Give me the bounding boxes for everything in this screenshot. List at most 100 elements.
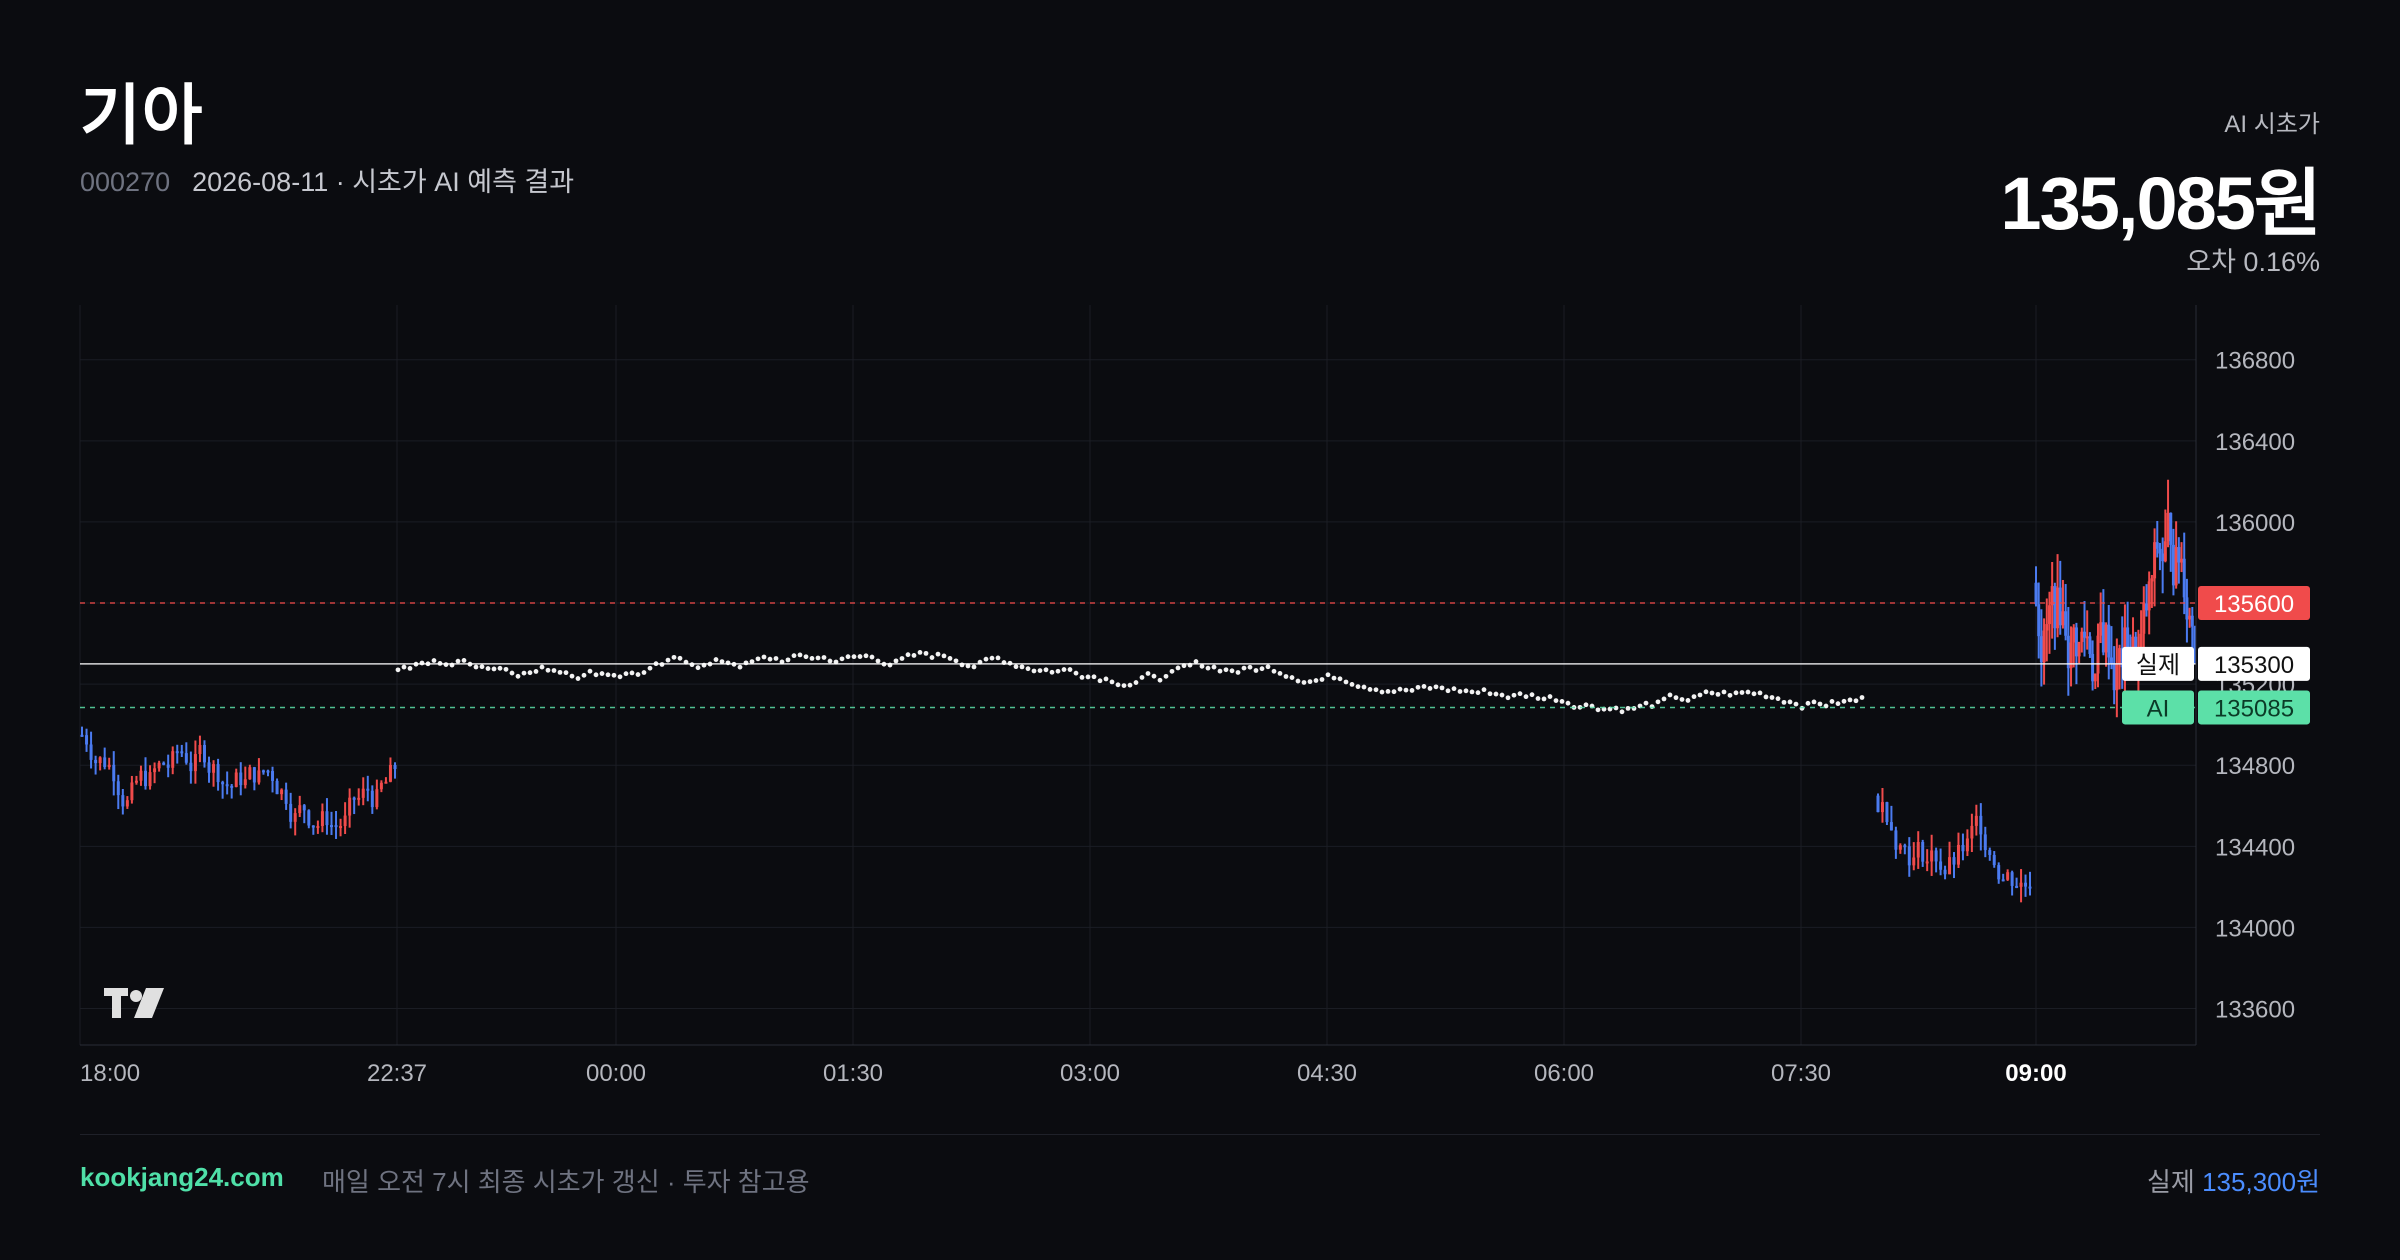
ai-path-dot [1295,678,1301,684]
candle-body [2153,542,2157,579]
candle-body [153,768,157,773]
candle-body [2001,879,2005,882]
ai-path-dot [1247,664,1253,670]
ai-path-dot [1307,679,1313,685]
candle-body [2083,631,2087,638]
ai-path-dot [761,654,767,660]
candle-body [234,772,238,787]
ai-path-dot [893,658,899,664]
ai-path-dot [575,676,581,681]
candle-body [329,825,333,828]
ai-path-dot [503,666,509,672]
ai-path-dot [665,657,671,663]
candle-body [1885,802,1889,823]
ai-path-dot [1667,692,1673,698]
price-chart[interactable]: 1368001364001360001356001352001348001344… [0,0,2400,1100]
candle-body [311,825,315,828]
ai-path-dot [539,664,545,670]
ai-path-dot [785,657,791,663]
ai-path-dot [1481,687,1487,693]
candle-body [343,815,347,827]
candle-body [103,757,107,768]
candle-body [2074,627,2078,657]
ai-path-dot [1685,698,1691,703]
candle-body [1952,857,1956,865]
candle-body [2182,558,2186,598]
candle-body [1988,850,1992,855]
candle-body [2163,541,2167,562]
candle-body [257,770,261,783]
ai-path-dot [671,654,677,660]
candle-body [2109,657,2113,664]
ai-path-dot [1859,695,1865,700]
candle-body [2077,641,2081,657]
ai-path-dot [581,672,587,678]
ai-path-dot [845,654,851,660]
x-tick-label: 06:00 [1534,1060,1594,1087]
site-link[interactable]: kookjang24.com [80,1162,284,1193]
ai-path-dot [713,657,719,662]
ai-path-dot [1367,687,1373,692]
ai-path-dot [1787,699,1793,705]
ai-path-dot [1169,668,1175,674]
ai-path-dot [1811,699,1817,705]
ai-path-dot [527,670,533,676]
ai-path-dot [1721,689,1727,695]
candle-body [357,797,361,800]
ai-path-dot [1583,702,1589,708]
candle-body [2058,587,2062,626]
ai-path-dot [1541,696,1547,702]
ai-path-dot [443,662,449,668]
ai-path-dot [1475,690,1481,696]
ai-path-dot [1049,669,1055,675]
ai-path-dot [1799,705,1805,711]
candle-body [2144,603,2148,611]
ai-path-dot [629,670,635,676]
ai-path-dot [1415,684,1421,690]
candle-body [2024,882,2028,887]
candle-body [1903,845,1907,848]
ai-path-dot [1733,690,1739,696]
ai-path-dot [1223,667,1229,673]
candle-body [2085,636,2089,639]
ai-path-dot [983,656,989,662]
price-badge-label: 135300 [2214,652,2294,679]
candle-body [2088,636,2092,654]
candle-body [212,764,216,773]
candle-body [348,797,352,816]
ai-path-dot [1073,670,1079,676]
ai-path-dot [1085,674,1091,680]
ai-path-dot [1505,695,1511,701]
ai-path-dot [557,669,563,675]
ai-path-dot [1145,671,1151,676]
footer-divider [80,1134,2320,1135]
candle-body [1880,802,1884,813]
ai-path-dot [1373,687,1379,693]
ai-path-dot [509,670,515,676]
ai-path-dot [1151,673,1157,679]
candle-body [252,767,256,783]
line-tag-label: 실제 [2136,652,2180,679]
candle-body [1925,861,1929,864]
ai-path-dot [791,653,797,659]
candle-body [1992,854,1996,866]
candle-body [112,764,116,782]
ai-path-dot [1325,672,1331,678]
candle-body [2096,635,2100,674]
candle-body [139,770,143,781]
ai-path-dot [989,655,995,661]
ai-path-dot [545,667,551,673]
candle-body [2101,622,2105,653]
ai-path-dot [935,651,941,657]
y-tick-label: 136000 [2215,510,2295,537]
candle-body [2158,548,2162,554]
candle-body [2045,624,2049,631]
ai-path-dot [1781,699,1787,705]
candle-body [2028,886,2032,889]
ai-path-dot [1451,686,1457,692]
candle-body [216,764,220,783]
actual-value: 135,300원 [2202,1167,2320,1197]
ai-path-dot [737,664,743,670]
candle-body [2053,586,2057,629]
candle-body [2104,624,2108,653]
